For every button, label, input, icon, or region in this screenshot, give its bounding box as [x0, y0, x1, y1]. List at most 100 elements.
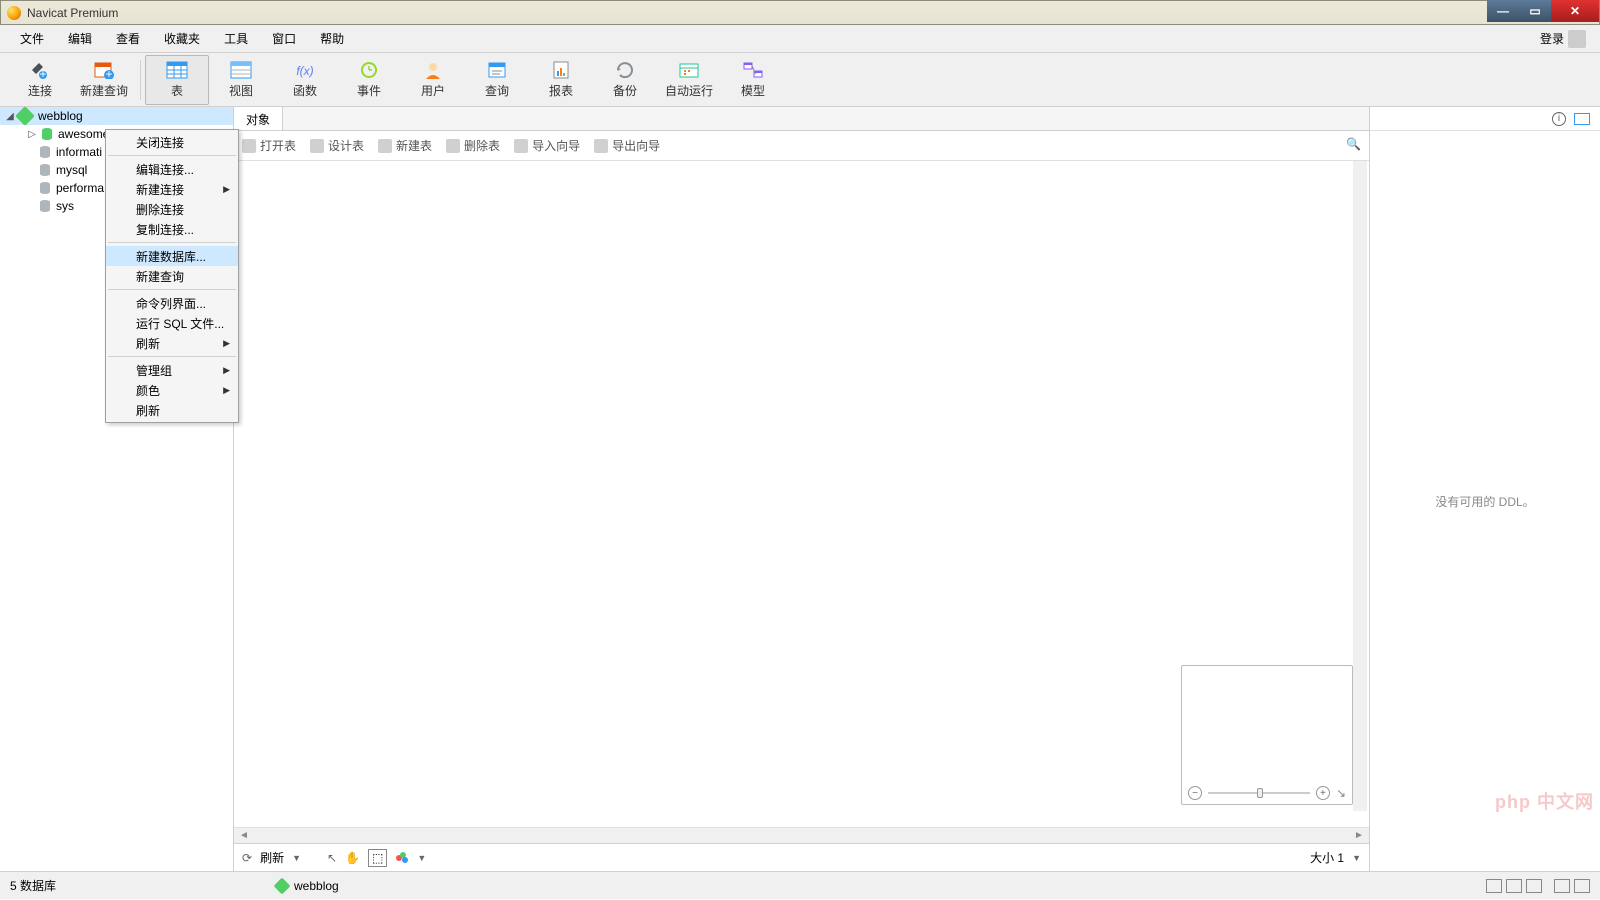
plug-icon: + [28, 60, 52, 80]
zoom-out-button[interactable]: − [1188, 786, 1202, 800]
toolbar-event[interactable]: 事件 [337, 55, 401, 105]
tree-connection[interactable]: ◢ webblog [0, 107, 233, 125]
ctx-refresh[interactable]: 刷新 [106, 400, 238, 420]
pointer-tool-icon[interactable]: ↖ [327, 851, 337, 865]
refresh-icon[interactable]: ⟳ [242, 851, 252, 865]
toolbar-new-query[interactable]: + 新建查询 [72, 55, 136, 105]
backup-icon [613, 60, 637, 80]
new-table-icon [378, 139, 392, 153]
ddl-icon[interactable] [1574, 113, 1590, 125]
toolbar-view[interactable]: 视图 [209, 55, 273, 105]
vertical-scrollbar[interactable] [1353, 161, 1367, 811]
hand-tool-icon[interactable]: ✋ [345, 851, 360, 865]
zoom-slider[interactable] [1208, 792, 1310, 794]
btn-delete-table[interactable]: 删除表 [442, 135, 504, 156]
btn-new-table[interactable]: 新建表 [374, 135, 436, 156]
database-icon [38, 145, 52, 159]
scroll-right-icon[interactable]: ► [1353, 830, 1365, 842]
menu-view[interactable]: 查看 [104, 26, 152, 51]
ctx-separator [108, 356, 236, 357]
ctx-command-line[interactable]: 命令列界面... [106, 293, 238, 313]
panel-toggle-right-icon[interactable] [1574, 879, 1590, 893]
ctx-run-sql-file[interactable]: 运行 SQL 文件... [106, 313, 238, 333]
toolbar-autorun[interactable]: 自动运行 [657, 55, 721, 105]
ctx-new-query[interactable]: 新建查询 [106, 266, 238, 286]
login-button[interactable]: 登录 [1534, 26, 1592, 52]
size-label[interactable]: 大小 1 [1310, 849, 1344, 866]
content-area: − + ↘ [234, 161, 1369, 827]
ctx-refresh-sub[interactable]: 刷新▶ [106, 333, 238, 353]
window-controls: — ▭ ✕ [1487, 0, 1599, 22]
zoom-in-button[interactable]: + [1316, 786, 1330, 800]
scroll-left-icon[interactable]: ◄ [238, 830, 250, 842]
menu-tools[interactable]: 工具 [212, 26, 260, 51]
select-tool-icon[interactable]: ⬚ [368, 849, 387, 867]
toolbar-table[interactable]: 表 [145, 55, 209, 105]
report-icon [549, 60, 573, 80]
status-connection-icon [274, 877, 291, 894]
svg-text:+: + [39, 67, 46, 79]
menu-file[interactable]: 文件 [8, 26, 56, 51]
ctx-delete-connection[interactable]: 删除连接 [106, 199, 238, 219]
menu-edit[interactable]: 编辑 [56, 26, 104, 51]
toolbar-report[interactable]: 报表 [529, 55, 593, 105]
view-mode-grid-icon[interactable] [1486, 879, 1502, 893]
ctx-new-database[interactable]: 新建数据库... [106, 246, 238, 266]
ctx-new-connection[interactable]: 新建连接▶ [106, 179, 238, 199]
statusbar: 5 数据库 webblog [0, 871, 1600, 899]
color-dropdown-icon[interactable]: ▼ [417, 853, 426, 863]
view-icon [229, 60, 253, 80]
ctx-edit-connection[interactable]: 编辑连接... [106, 159, 238, 179]
horizontal-scrollbar[interactable]: ◄ ► [234, 827, 1369, 843]
menu-favorites[interactable]: 收藏夹 [152, 26, 212, 51]
maximize-button[interactable]: ▭ [1519, 0, 1551, 22]
zoom-thumb[interactable] [1257, 788, 1263, 798]
btn-open-table[interactable]: 打开表 [238, 135, 300, 156]
database-icon [38, 199, 52, 213]
database-icon [38, 163, 52, 177]
menu-window[interactable]: 窗口 [260, 26, 308, 51]
clock-icon [357, 60, 381, 80]
toolbar-function[interactable]: f(x) 函数 [273, 55, 337, 105]
btn-export-wizard[interactable]: 导出向导 [590, 135, 664, 156]
btn-design-table[interactable]: 设计表 [306, 135, 368, 156]
color-tool-icon[interactable] [395, 851, 409, 865]
window-title: Navicat Premium [27, 6, 118, 20]
connection-icon [15, 106, 35, 126]
view-mode-detail-icon[interactable] [1526, 879, 1542, 893]
ddl-placeholder: 没有可用的 DDL。 [1435, 493, 1534, 510]
ctx-close-connection[interactable]: 关闭连接 [106, 132, 238, 152]
export-icon [594, 139, 608, 153]
toolbar-query[interactable]: 查询 [465, 55, 529, 105]
view-mode-list-icon[interactable] [1506, 879, 1522, 893]
refresh-dropdown-icon[interactable]: ▼ [292, 853, 301, 863]
refresh-label[interactable]: 刷新 [260, 849, 284, 866]
toolbar-user[interactable]: 用户 [401, 55, 465, 105]
toolbar-connect[interactable]: + 连接 [8, 55, 72, 105]
ctx-separator [108, 155, 236, 156]
object-toolbar: 打开表 设计表 新建表 删除表 导入向导 导出向导 🔍 [234, 131, 1369, 161]
btn-import-wizard[interactable]: 导入向导 [510, 135, 584, 156]
app-logo-icon [7, 6, 21, 20]
minimap[interactable]: − + ↘ [1181, 665, 1353, 805]
search-icon[interactable]: 🔍 [1346, 137, 1361, 151]
toolbar-backup[interactable]: 备份 [593, 55, 657, 105]
menu-help[interactable]: 帮助 [308, 26, 356, 51]
connection-label: webblog [38, 109, 83, 123]
submenu-arrow-icon: ▶ [223, 338, 230, 349]
login-label: 登录 [1540, 30, 1564, 47]
tab-objects[interactable]: 对象 [234, 107, 283, 130]
close-button[interactable]: ✕ [1551, 0, 1599, 22]
expand-icon[interactable]: ▷ [26, 129, 38, 140]
toolbar-model[interactable]: 模型 [721, 55, 785, 105]
toolbar-separator [140, 60, 141, 100]
panel-toggle-left-icon[interactable] [1554, 879, 1570, 893]
ctx-color[interactable]: 颜色▶ [106, 380, 238, 400]
size-dropdown-icon[interactable]: ▼ [1352, 853, 1361, 863]
ctx-copy-connection[interactable]: 复制连接... [106, 219, 238, 239]
collapse-icon[interactable]: ◢ [4, 111, 16, 122]
minimize-button[interactable]: — [1487, 0, 1519, 22]
ctx-manage-group[interactable]: 管理组▶ [106, 360, 238, 380]
info-icon[interactable]: i [1552, 112, 1566, 126]
zoom-fit-icon[interactable]: ↘ [1336, 786, 1346, 800]
